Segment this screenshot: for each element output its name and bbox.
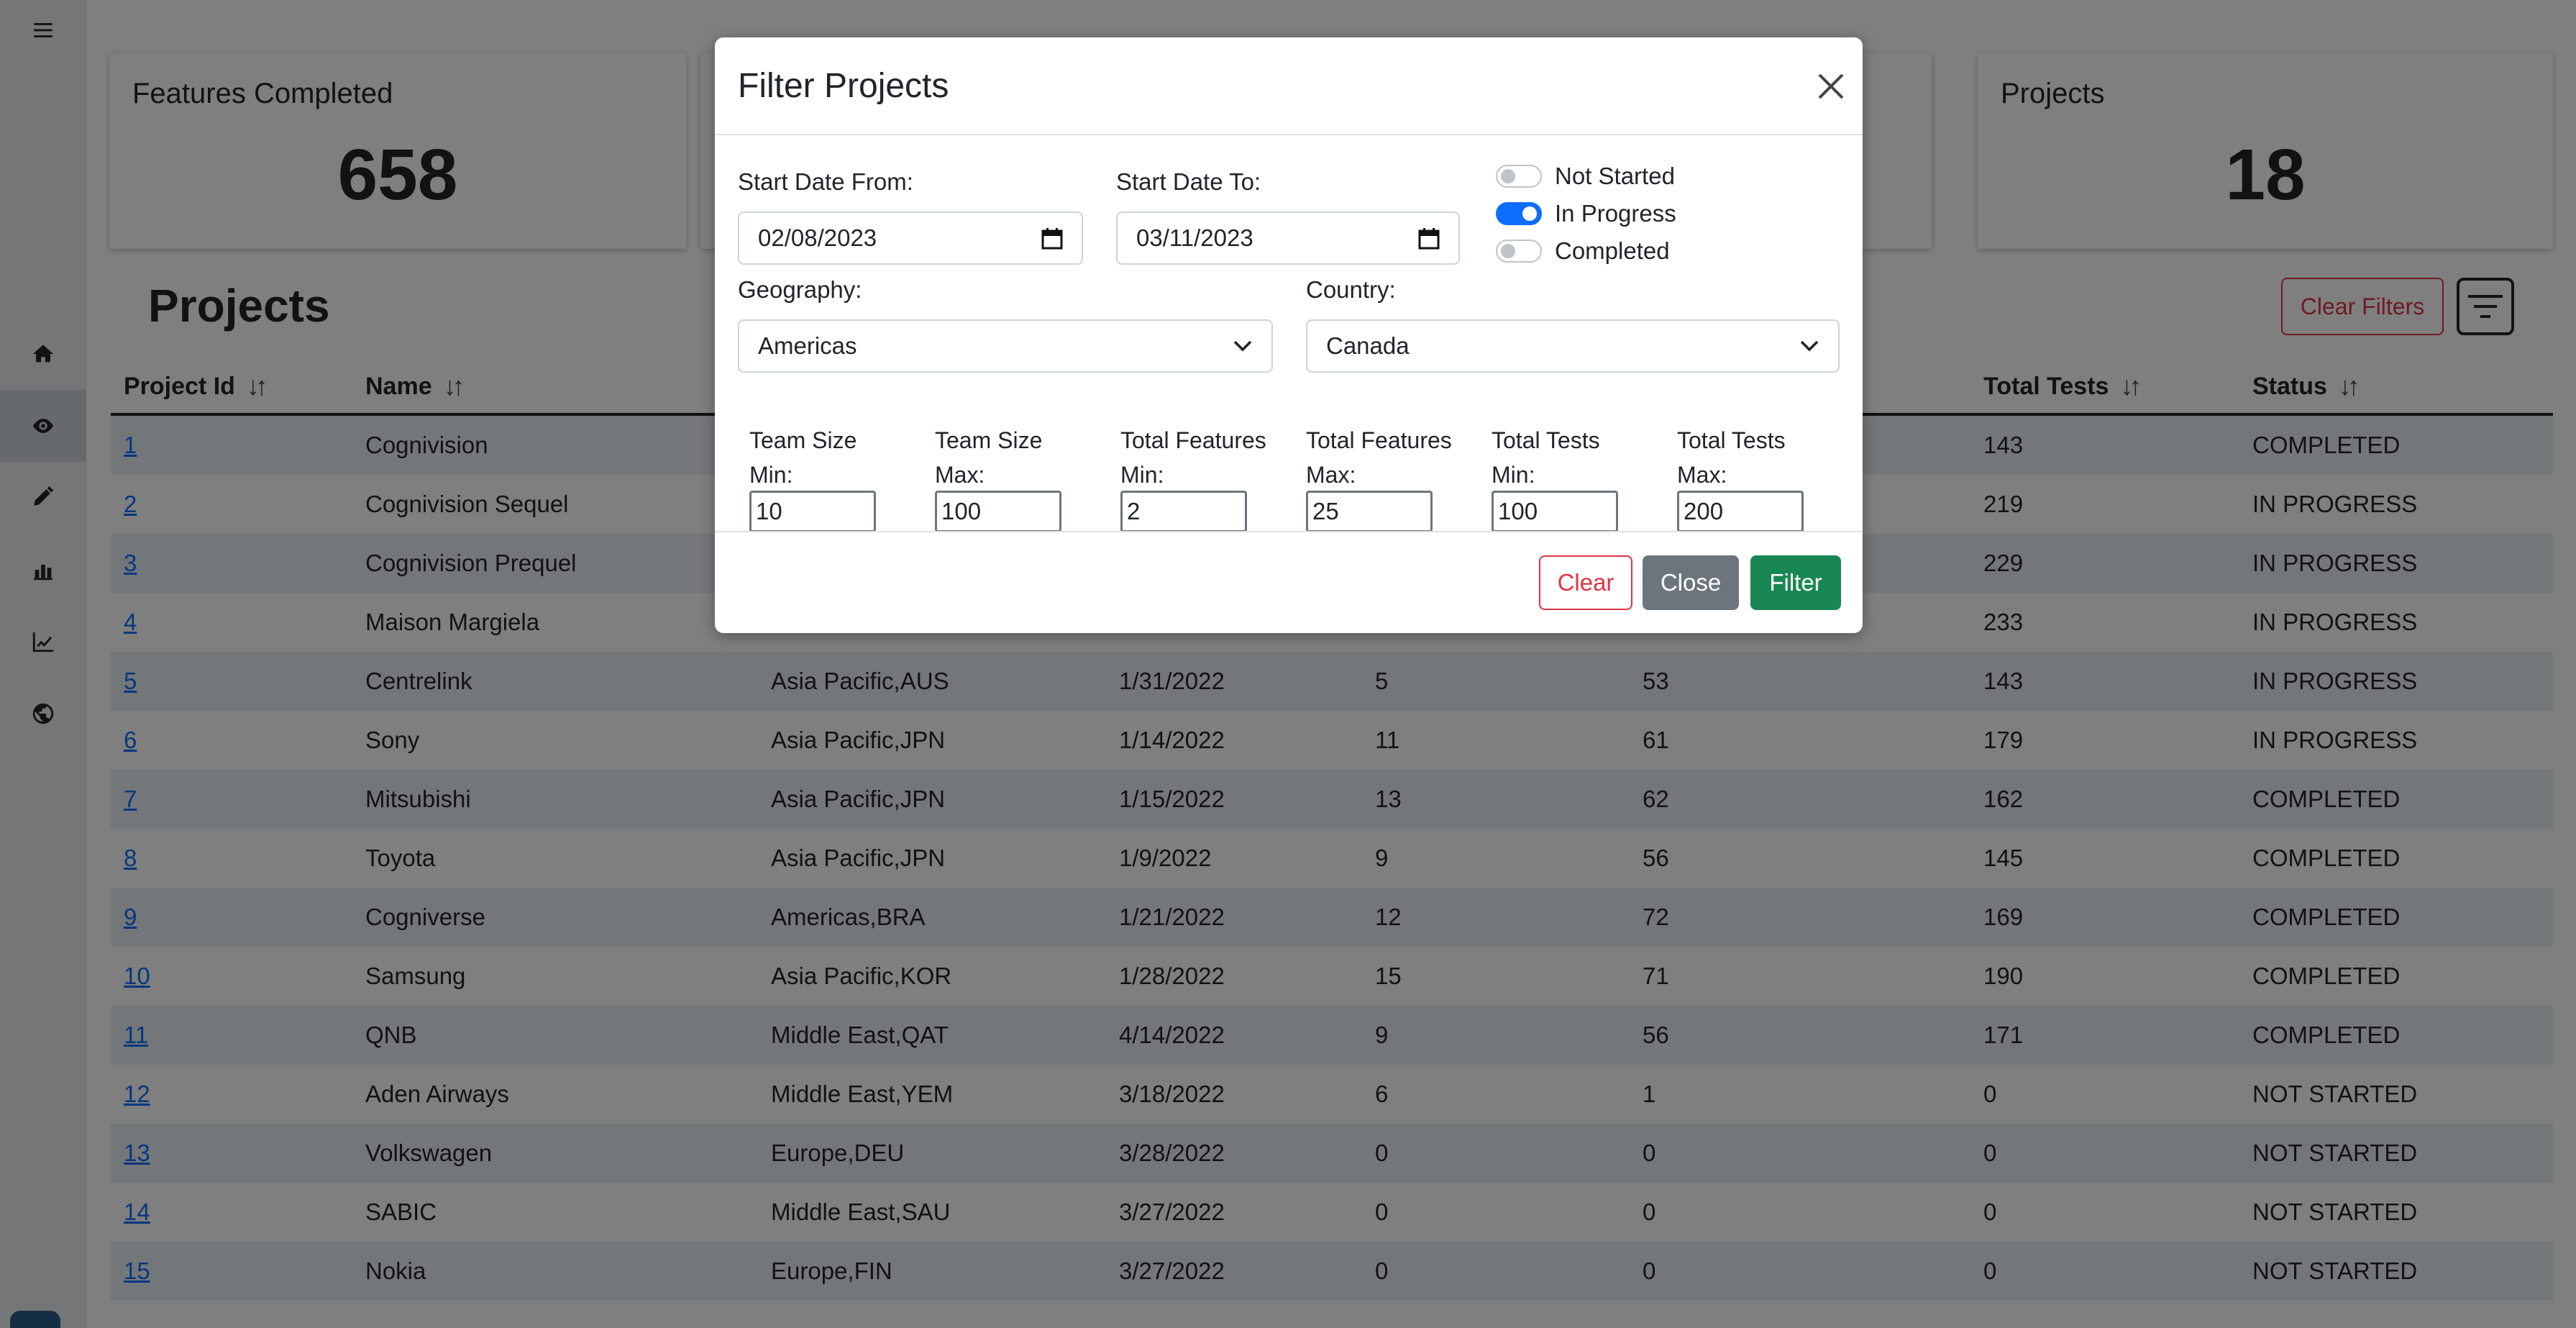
geography-select[interactable]: Americas [738,319,1273,373]
modal-footer-divider [715,531,1863,532]
toggle-switch[interactable] [1496,202,1542,225]
modal-title: Filter Projects [738,67,949,105]
toggle-switch[interactable] [1496,240,1542,263]
team-size-max-label: Team Size Max: [935,427,1043,488]
total-features-min-label: Total Features Min: [1120,427,1266,488]
start-date-from-label: Start Date From: [738,168,913,195]
total-features-max-label: Total Features Max: [1306,427,1452,488]
switch-label: In Progress [1555,200,1676,227]
country-select[interactable]: Canada [1306,319,1840,373]
team-size-min-input[interactable]: 10 [749,491,876,532]
completed-switch[interactable]: Completed [1496,237,1670,265]
total-tests-max-input[interactable]: 200 [1677,491,1804,532]
total-tests-min-input[interactable]: 100 [1492,491,1618,532]
clear-button[interactable]: Clear [1539,555,1632,610]
total-tests-min-label: Total Tests Min: [1492,427,1600,488]
start-date-to-input[interactable]: 03/11/2023 [1116,212,1460,265]
filter-button[interactable]: Filter [1750,555,1841,610]
toggle-switch[interactable] [1496,165,1542,188]
total-features-min-input[interactable]: 2 [1120,491,1247,532]
calendar-icon [1418,228,1440,250]
in-progress-switch[interactable]: In Progress [1496,200,1676,227]
start-date-from-value: 02/08/2023 [758,224,877,251]
not-started-switch[interactable]: Not Started [1496,163,1675,190]
start-date-from-input[interactable]: 02/08/2023 [738,212,1083,265]
start-date-to-label: Start Date To: [1116,168,1261,195]
modal-header: Filter Projects [715,37,1863,135]
calendar-icon [1041,228,1063,250]
switch-label: Completed [1555,237,1670,264]
total-features-max-input[interactable]: 25 [1306,491,1433,532]
chevron-down-icon [1800,340,1819,352]
country-value: Canada [1326,332,1410,359]
close-button[interactable]: Close [1643,555,1739,610]
start-date-to-value: 03/11/2023 [1136,224,1253,251]
total-tests-max-label: Total Tests Max: [1677,427,1786,488]
close-icon[interactable] [1814,69,1848,104]
filter-modal: Filter Projects Start Date From: 02/08/2… [715,37,1863,633]
switch-label: Not Started [1555,163,1675,189]
team-size-min-label: Team Size Min: [749,427,857,488]
chevron-down-icon [1233,340,1252,352]
geography-label: Geography: [738,276,862,303]
country-label: Country: [1306,276,1396,303]
team-size-max-input[interactable]: 100 [935,491,1061,532]
geography-value: Americas [758,332,857,359]
